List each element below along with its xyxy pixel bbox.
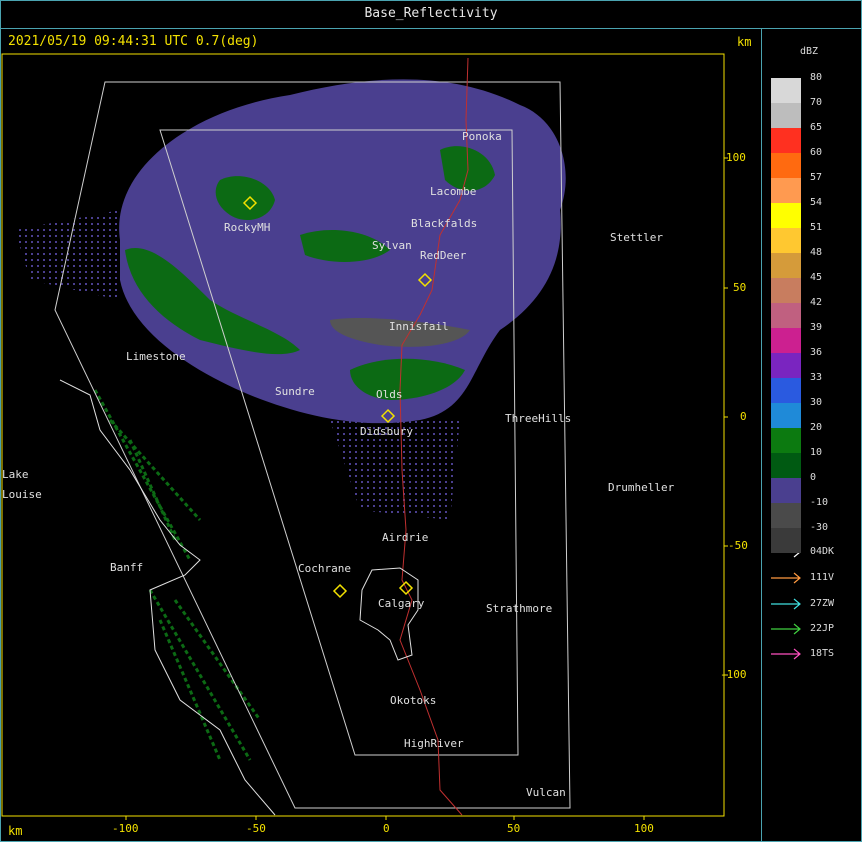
place-label: Louise — [2, 488, 42, 501]
place-label: Cochrane — [298, 562, 351, 575]
legend-value: 33 — [810, 372, 823, 383]
y-tick-label: -50 — [728, 539, 748, 552]
legend-value: 70 — [810, 97, 823, 108]
y-tick-label: -100 — [720, 668, 747, 681]
place-label: Airdrie — [382, 531, 429, 544]
y-tick-label: 100 — [726, 151, 746, 164]
legend-value: 65 — [810, 122, 823, 133]
track-label: 22JP — [810, 623, 835, 634]
legend-swatch — [771, 453, 801, 478]
track-label: 04DK — [810, 546, 835, 557]
x-tick-label: -100 — [112, 822, 139, 835]
calgary-boundary — [359, 567, 419, 661]
legend-value: 54 — [810, 197, 823, 208]
track-arrows — [771, 546, 801, 660]
legend-value: 60 — [810, 147, 823, 158]
legend-swatch — [771, 253, 801, 278]
place-label: Stettler — [610, 231, 663, 244]
legend-swatch — [771, 128, 801, 153]
legend-value: 45 — [810, 272, 823, 283]
y-tick-label: 0 — [740, 410, 747, 423]
legend-swatch — [771, 478, 801, 503]
legend-value: -30 — [810, 522, 829, 533]
place-label: Didsbury — [360, 425, 413, 438]
place-label: ThreeHills — [505, 412, 572, 425]
legend-value: 0 — [810, 472, 817, 483]
legend-unit: dBZ — [800, 46, 819, 57]
legend-value: 42 — [810, 297, 823, 308]
place-label: Banff — [110, 561, 144, 574]
legend-value: 20 — [810, 422, 823, 433]
legend-value: 30 — [810, 397, 823, 408]
legend-swatch — [771, 153, 801, 178]
legend-value: 51 — [810, 222, 823, 233]
legend-value: -10 — [810, 497, 829, 508]
track-label: 111V — [810, 572, 835, 583]
place-label: Sundre — [275, 385, 315, 398]
place-label: Olds — [376, 388, 403, 401]
legend-value: 10 — [810, 447, 823, 458]
legend-swatch — [771, 303, 801, 328]
x-tick-label: 0 — [383, 822, 390, 835]
legend-value: 39 — [810, 322, 823, 333]
legend-swatch — [771, 503, 801, 528]
legend-value: 36 — [810, 347, 823, 358]
place-label: Okotoks — [390, 694, 437, 707]
place-label: Calgary — [378, 597, 425, 610]
legend-swatch — [771, 528, 801, 553]
place-label: Drumheller — [608, 481, 675, 494]
legend-swatch — [771, 328, 801, 353]
legend-swatch — [771, 353, 801, 378]
place-label: Vulcan — [526, 786, 566, 799]
legend-swatch — [771, 103, 801, 128]
place-label: Ponoka — [462, 130, 502, 143]
legend-swatch — [771, 228, 801, 253]
y-tick-label: 50 — [733, 281, 747, 294]
place-label: RockyMH — [224, 221, 271, 234]
place-label: HighRiver — [404, 737, 464, 750]
place-label: Lacombe — [430, 185, 477, 198]
place-label: Lake — [2, 468, 29, 481]
x-tick-label: 50 — [507, 822, 521, 835]
legend-swatch — [771, 378, 801, 403]
legend-swatch — [771, 278, 801, 303]
legend-swatch — [771, 203, 801, 228]
legend-swatch — [771, 428, 801, 453]
legend-value: 57 — [810, 172, 823, 183]
radar-map — [1, 53, 801, 820]
legend-swatch — [771, 403, 801, 428]
legend-value: 80 — [810, 72, 823, 83]
legend-value: 48 — [810, 247, 823, 258]
x-tick-label: 100 — [634, 822, 654, 835]
place-label: RedDeer — [420, 249, 467, 262]
place-label: Strathmore — [486, 602, 553, 615]
legend-swatch — [771, 78, 801, 103]
place-label: Limestone — [126, 350, 186, 363]
track-label: 18TS — [810, 648, 835, 659]
track-label: 27ZW — [810, 598, 835, 609]
radar-site-cochrane — [332, 583, 348, 599]
x-tick-label: -50 — [246, 822, 266, 835]
place-label: Sylvan — [372, 239, 412, 252]
place-label: Blackfalds — [411, 217, 478, 230]
place-label: Innisfail — [389, 320, 449, 333]
legend-swatch — [771, 178, 801, 203]
